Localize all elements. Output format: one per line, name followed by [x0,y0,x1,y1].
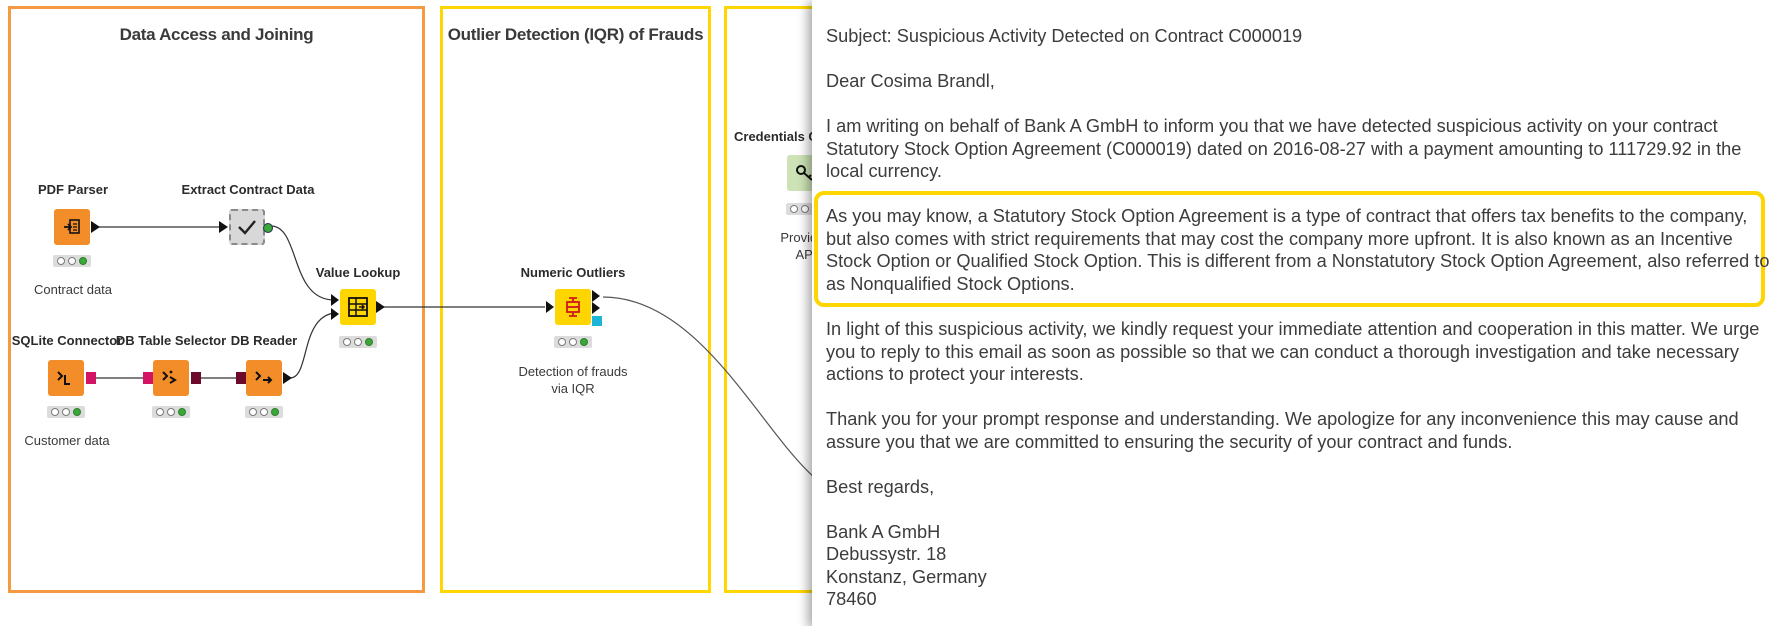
node-status [554,336,592,348]
signature-zip: 78460 [826,589,877,609]
output-port[interactable] [91,221,100,233]
connection-extract-lookup [270,225,335,301]
db-reader-node[interactable] [246,360,282,396]
node-label-value-lookup: Value Lookup [315,265,401,280]
node-desc-numeric-outliers: Detection of frauds via IQR [518,364,628,396]
db-output-port[interactable] [86,372,96,384]
node-desc-pdf-parser: Contract data [33,282,113,297]
db-table-selector-node[interactable] [153,360,189,396]
input-port[interactable] [219,221,228,233]
pdf-parser-node[interactable] [54,209,90,245]
db-output-port[interactable] [191,372,201,384]
node-label-extract-contract: Extract Contract Data [181,182,315,197]
output-port[interactable] [376,301,385,313]
pdf-import-icon [64,219,80,234]
node-desc-sqlite-connector: Customer data [24,433,110,448]
node-label-sqlite-connector: SQLite Connector [11,333,123,348]
input-port[interactable] [331,308,339,320]
email-subject: Subject: Suspicious Activity Detected on… [826,26,1303,46]
node-label-db-reader: DB Reader [230,333,298,348]
node-label-numeric-outliers: Numeric Outliers [520,265,626,280]
output-port[interactable] [263,223,273,233]
node-label-db-table-selector: DB Table Selector [115,333,227,348]
signature-street: Debussystr. 18 [826,544,947,564]
sqlite-connector-node[interactable] [48,360,84,396]
model-output-port[interactable] [592,316,602,326]
table-lookup-icon [348,297,368,317]
node-label-pdf-parser: PDF Parser [37,182,109,197]
output-port[interactable] [592,302,600,314]
email-paragraph-1: I am writing on behalf of Bank A GmbH to… [826,116,1742,181]
output-port[interactable] [592,290,600,302]
email-closing: Best regards, [826,477,935,497]
node-status [47,406,85,418]
numeric-outliers-node[interactable] [555,289,591,325]
signature-company: Bank A GmbH [826,522,941,542]
node-status [53,255,91,267]
node-status [245,406,283,418]
db-input-port[interactable] [236,372,246,384]
signature-city: Konstanz, Germany [826,567,987,587]
email-greeting: Dear Cosima Brandl, [826,71,995,91]
email-preview-panel: Subject: Suspicious Activity Detected on… [812,0,1779,626]
database-table-selector-icon [162,370,177,384]
email-paragraph-2-highlighted: As you may know, a Statutory Stock Optio… [826,206,1770,294]
db-input-port[interactable] [143,372,153,384]
node-status [152,406,190,418]
output-port[interactable] [283,372,292,384]
database-reader-icon [255,371,273,384]
checkmark-icon [238,220,256,235]
node-status [339,336,377,348]
input-port[interactable] [331,294,339,306]
value-lookup-node[interactable] [340,289,376,325]
email-paragraph-4: Thank you for your prompt response and u… [826,409,1739,452]
input-port[interactable] [546,301,554,313]
extract-contract-data-node[interactable] [229,209,265,245]
database-connector-icon [57,371,70,385]
boxplot-icon [566,297,580,317]
connection-outliers-out [602,296,816,479]
email-paragraph-3: In light of this suspicious activity, we… [826,319,1760,384]
